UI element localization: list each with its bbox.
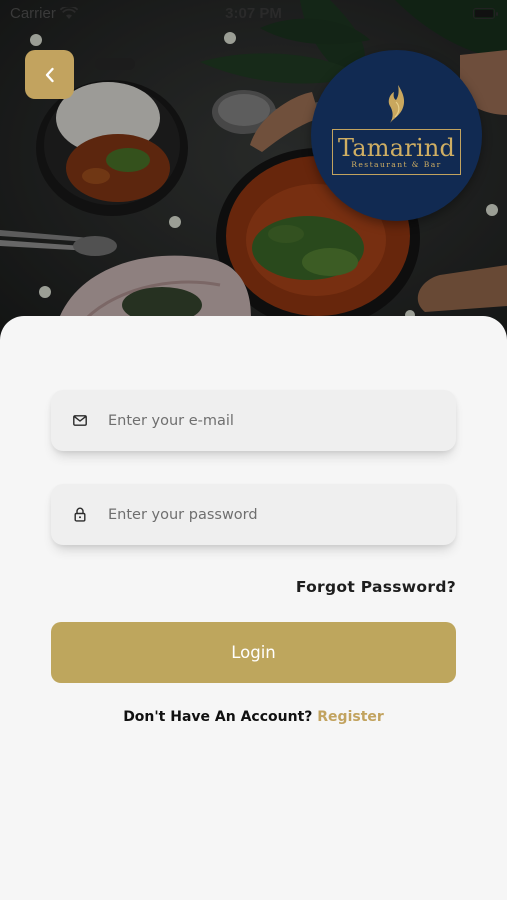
wifi-icon: [59, 6, 78, 19]
chevron-left-icon: [45, 67, 54, 82]
battery-icon: [473, 8, 498, 19]
logo-name: Tamarind: [337, 133, 456, 162]
lock-icon: [72, 506, 88, 522]
login-button[interactable]: Login: [51, 622, 456, 683]
flame-icon: [388, 85, 405, 123]
mail-icon: [72, 412, 88, 428]
register-row: Don't Have An Account? Register: [0, 709, 507, 725]
status-bar: Carrier 3:07 PM: [0, 0, 507, 26]
back-button[interactable]: [25, 50, 74, 99]
restaurant-logo: Tamarind Restaurant & Bar: [311, 50, 482, 221]
password-input[interactable]: [108, 484, 438, 545]
login-card: Forgot Password? Login Don't Have An Acc…: [0, 316, 507, 900]
email-field[interactable]: [51, 390, 456, 451]
register-link[interactable]: Register: [317, 709, 384, 725]
password-field[interactable]: [51, 484, 456, 545]
hero-image: Carrier 3:07 PM Tamarind Restaurant & Ba…: [0, 0, 507, 345]
status-time: 3:07 PM: [225, 4, 282, 22]
email-input[interactable]: [108, 390, 438, 451]
register-prompt: Don't Have An Account?: [123, 709, 313, 725]
carrier: Carrier: [10, 5, 78, 22]
logo-subtitle: Restaurant & Bar: [351, 159, 442, 169]
logo-frame: Tamarind Restaurant & Bar: [332, 129, 461, 175]
carrier-label: Carrier: [10, 4, 56, 22]
forgot-password-link[interactable]: Forgot Password?: [296, 578, 456, 596]
